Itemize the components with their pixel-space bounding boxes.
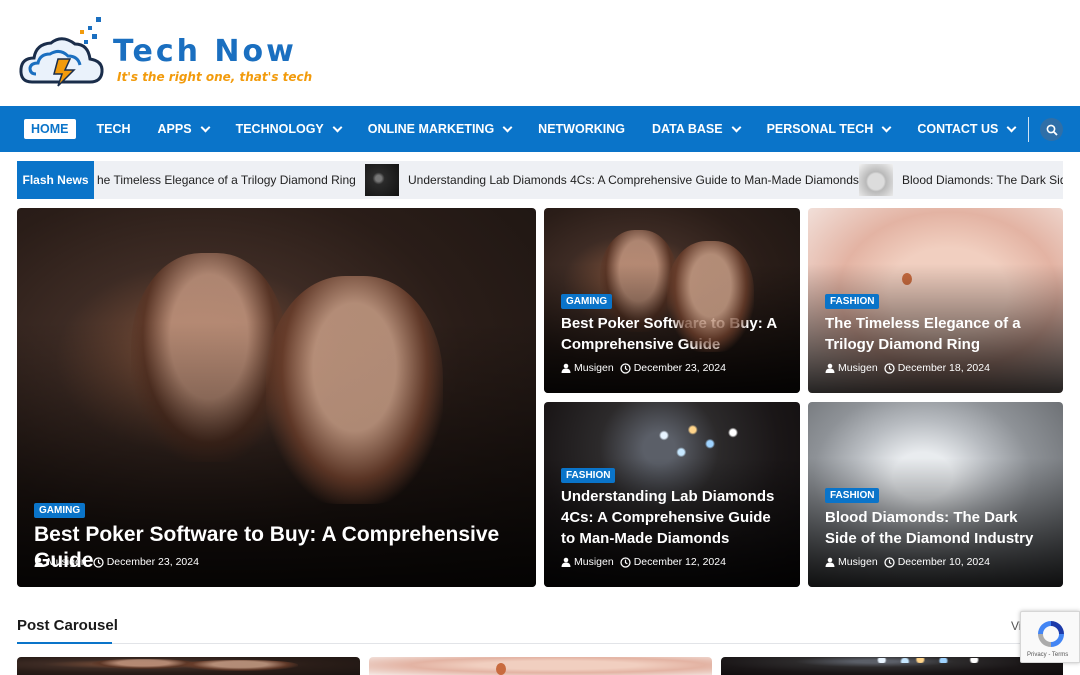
ticker-item[interactable]: he Timeless Elegance of a Trilogy Diamon…	[97, 161, 356, 199]
nav-item-technology[interactable]: TECHNOLOGY	[236, 122, 343, 136]
cloud-logo-icon	[19, 17, 104, 87]
ticker-thumbnail[interactable]	[859, 164, 893, 196]
clock-icon	[884, 556, 895, 568]
category-badge[interactable]: FASHION	[561, 468, 616, 483]
nav-item-contact-us[interactable]: CONTACT US	[917, 122, 1017, 136]
ticker-item-text[interactable]: he Timeless Elegance of a Trilogy Diamon…	[97, 173, 356, 187]
card-meta: Musigen December 12, 2024	[561, 556, 726, 568]
user-icon	[561, 363, 571, 373]
card-meta: Musigen December 18, 2024	[825, 362, 990, 374]
flash-news-label: Flash News	[17, 161, 94, 199]
author-name[interactable]: Musigen	[838, 556, 878, 568]
featured-grid-card[interactable]: FASHION Blood Diamonds: The Dark Side of…	[808, 402, 1063, 587]
category-badge[interactable]: GAMING	[561, 294, 613, 309]
author-name[interactable]: Musigen	[47, 556, 87, 568]
clock-icon	[620, 556, 631, 568]
clock-icon	[620, 362, 631, 374]
card-title[interactable]: Blood Diamonds: The Dark Side of the Dia…	[825, 507, 1053, 549]
nav-item-label[interactable]: HOME	[31, 122, 69, 136]
site-logo[interactable]: Tech Now It's the right one, that's tech	[18, 14, 318, 94]
nav-item-home[interactable]: HOME	[24, 119, 76, 139]
nav-item-label[interactable]: CONTACT US	[917, 122, 998, 136]
chevron-down-icon[interactable]	[200, 122, 211, 132]
featured-grid-card[interactable]: FASHION The Timeless Elegance of a Trilo…	[808, 208, 1063, 393]
post-date[interactable]: December 18, 2024	[898, 362, 990, 374]
chevron-down-icon[interactable]	[1006, 122, 1017, 132]
nav-item-apps[interactable]: APPS	[158, 122, 211, 136]
post-date[interactable]: December 23, 2024	[634, 362, 726, 374]
category-badge[interactable]: GAMING	[34, 503, 86, 518]
nav-item-label[interactable]: TECH	[97, 122, 131, 136]
nav-item-networking[interactable]: NETWORKING	[538, 122, 625, 136]
nav-item-tech[interactable]: TECH	[97, 122, 131, 136]
site-title[interactable]: Tech Now	[113, 34, 297, 69]
search-icon	[1046, 124, 1058, 136]
chevron-down-icon[interactable]	[881, 122, 892, 132]
section-title: Post Carousel	[17, 617, 118, 634]
ticker-item-text[interactable]: Blood Diamonds: The Dark Side	[902, 173, 1063, 187]
card-meta: Musigen December 10, 2024	[825, 556, 990, 568]
ticker-item[interactable]: Understanding Lab Diamonds 4Cs: A Compre…	[365, 161, 859, 199]
card-meta: Musigen December 23, 2024	[34, 556, 199, 568]
nav-item-label[interactable]: ONLINE MARKETING	[368, 122, 494, 136]
ticker-item[interactable]: Blood Diamonds: The Dark Side	[859, 161, 1063, 199]
clock-icon	[93, 556, 104, 568]
user-icon	[825, 557, 835, 567]
recaptcha-links[interactable]: Privacy - Terms	[1027, 652, 1068, 658]
nav-item-label[interactable]: APPS	[158, 122, 192, 136]
nav-item-label[interactable]: TECHNOLOGY	[236, 122, 324, 136]
author-name[interactable]: Musigen	[574, 556, 614, 568]
carousel-card[interactable]	[369, 657, 712, 675]
user-icon	[825, 363, 835, 373]
ticker-thumbnail[interactable]	[365, 164, 399, 196]
section-divider-accent	[17, 642, 112, 644]
featured-grid-card[interactable]: GAMING Best Poker Software to Buy: A Com…	[544, 208, 800, 393]
nav-items: HOME TECH APPS TECHNOLOGY ONLINE MARKETING NE…	[24, 106, 1042, 152]
recaptcha-badge[interactable]: Privacy - Terms	[1020, 611, 1080, 663]
nav-divider	[1028, 117, 1029, 142]
nav-item-label[interactable]: PERSONAL TECH	[767, 122, 874, 136]
post-date[interactable]: December 10, 2024	[898, 556, 990, 568]
chevron-down-icon[interactable]	[332, 122, 343, 132]
site-header: Tech Now It's the right one, that's tech	[0, 0, 1080, 106]
clock-icon	[884, 362, 895, 374]
site-tagline: It's the right one, that's tech	[117, 70, 313, 84]
flash-news-ticker: he Timeless Elegance of a Trilogy Diamon…	[94, 161, 1063, 199]
nav-item-label[interactable]: NETWORKING	[538, 122, 625, 136]
card-meta: Musigen December 23, 2024	[561, 362, 726, 374]
card-title[interactable]: Understanding Lab Diamonds 4Cs: A Compre…	[561, 486, 789, 549]
user-icon	[561, 557, 571, 567]
author-name[interactable]: Musigen	[838, 362, 878, 374]
chevron-down-icon[interactable]	[502, 122, 513, 132]
card-title[interactable]: The Timeless Elegance of a Trilogy Diamo…	[825, 313, 1053, 355]
recaptcha-icon	[1038, 621, 1064, 647]
post-date[interactable]: December 12, 2024	[634, 556, 726, 568]
ticker-item-text[interactable]: Understanding Lab Diamonds 4Cs: A Compre…	[408, 173, 859, 187]
nav-item-online-marketing[interactable]: ONLINE MARKETING	[368, 122, 513, 136]
nav-item-data-base[interactable]: DATA BASE	[652, 122, 742, 136]
carousel-card[interactable]	[17, 657, 360, 675]
nav-item-personal-tech[interactable]: PERSONAL TECH	[767, 122, 892, 136]
carousel-card[interactable]	[721, 657, 1063, 675]
search-button[interactable]	[1040, 118, 1063, 141]
featured-main-card[interactable]: GAMING Best Poker Software to Buy: A Com…	[17, 208, 536, 587]
main-nav: HOME TECH APPS TECHNOLOGY ONLINE MARKETING NE…	[0, 106, 1080, 152]
card-title[interactable]: Best Poker Software to Buy: A Comprehens…	[561, 313, 789, 355]
chevron-down-icon[interactable]	[731, 122, 742, 132]
flash-news-bar: Flash News he Timeless Elegance of a Tri…	[17, 161, 1063, 199]
section-divider	[17, 643, 1063, 644]
user-icon	[34, 557, 44, 567]
author-name[interactable]: Musigen	[574, 362, 614, 374]
category-badge[interactable]: FASHION	[825, 294, 880, 309]
nav-item-label[interactable]: DATA BASE	[652, 122, 723, 136]
featured-grid-card[interactable]: FASHION Understanding Lab Diamonds 4Cs: …	[544, 402, 800, 587]
post-date[interactable]: December 23, 2024	[107, 556, 199, 568]
category-badge[interactable]: FASHION	[825, 488, 880, 503]
